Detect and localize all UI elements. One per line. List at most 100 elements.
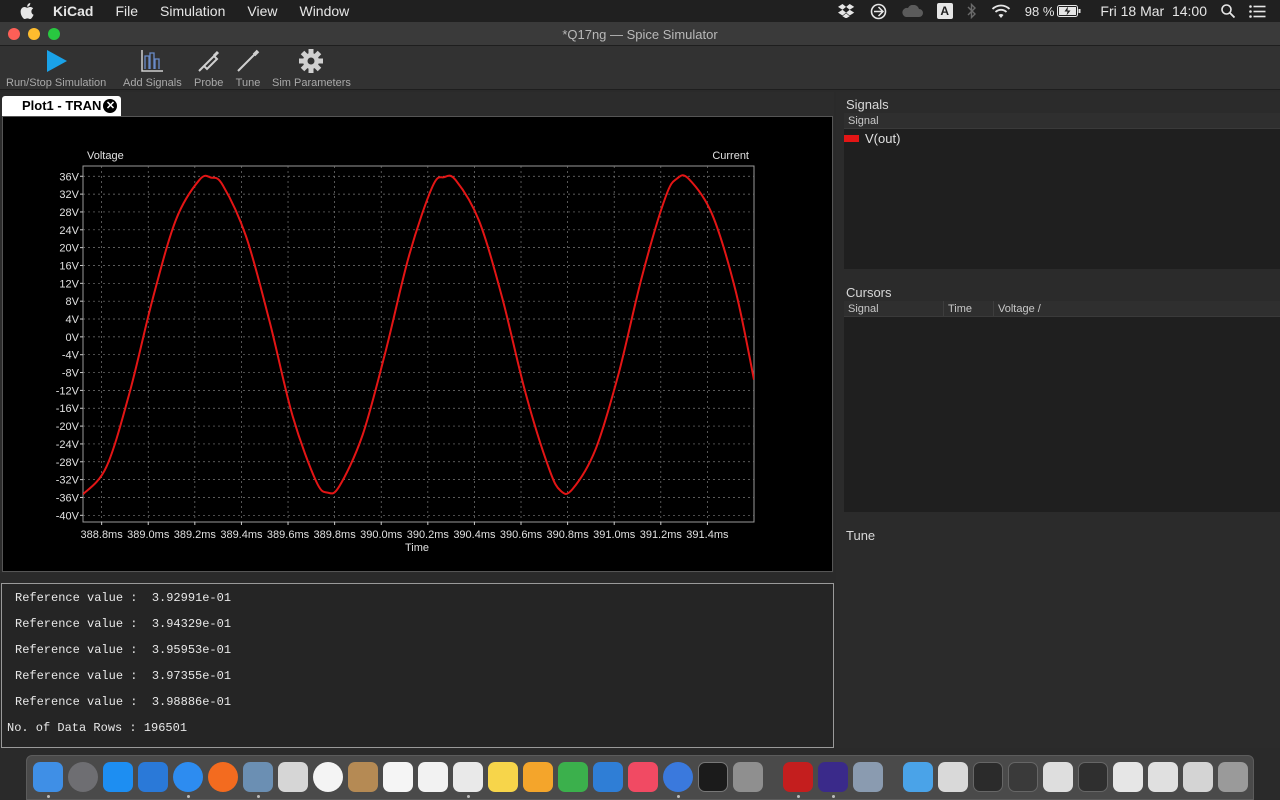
safari-icon[interactable] (173, 762, 203, 792)
minimized-window-icon[interactable] (938, 762, 968, 792)
signal-messenger-icon[interactable] (663, 762, 693, 792)
minimized-window-icon[interactable] (1078, 762, 1108, 792)
pages-icon[interactable] (523, 762, 553, 792)
probe-label: Probe (194, 77, 224, 89)
notes-icon[interactable] (488, 762, 518, 792)
kicad-icon[interactable] (818, 762, 848, 792)
y-axis-label: Voltage (87, 150, 124, 162)
xcode-icon[interactable] (138, 762, 168, 792)
add-signals-icon (141, 50, 164, 72)
menu-simulation[interactable]: Simulation (149, 0, 236, 22)
x-tick-label: 391.2ms (640, 529, 683, 541)
calculator-icon[interactable] (733, 762, 763, 792)
cursors-column-time[interactable]: Time (944, 301, 994, 316)
downloads-folder-icon[interactable] (903, 762, 933, 792)
acrobat-icon[interactable] (783, 762, 813, 792)
y-tick-label: -16V (56, 403, 80, 415)
x-tick-label: 391.0ms (593, 529, 636, 541)
bluetooth-icon[interactable] (967, 3, 977, 19)
add-signals-button[interactable]: Add Signals (123, 48, 182, 89)
signals-column-signal[interactable]: Signal (844, 113, 1280, 128)
running-indicator (257, 795, 260, 798)
signals-list[interactable]: Signal V(out) (844, 113, 1280, 269)
numbers-icon[interactable] (558, 762, 588, 792)
voltage-time-plot[interactable]: 388.8ms 389.0ms 389.2ms 389.4ms 389.6ms 389.8… (3, 117, 832, 571)
cursors-column-voltage[interactable]: Voltage / (994, 301, 1280, 316)
play-icon (47, 50, 68, 72)
cursors-title: Cursors (846, 285, 892, 300)
probe-button[interactable]: Probe (194, 48, 223, 89)
simulation-console[interactable]: Reference value : 3.92991e-01 Reference … (1, 583, 834, 748)
trash-icon[interactable] (1218, 762, 1248, 792)
calendar-icon[interactable] (383, 762, 413, 792)
spotlight-search-icon[interactable] (1221, 4, 1235, 18)
y-tick-label: -32V (56, 475, 80, 487)
x-tick-label: 389.4ms (220, 529, 263, 541)
minimized-window-icon[interactable] (973, 762, 1003, 792)
clock[interactable]: Fri 18 Mar 14:00 (1100, 3, 1207, 19)
image-capture-icon[interactable] (853, 762, 883, 792)
apple-menu-icon[interactable] (20, 3, 34, 19)
notification-center-icon[interactable] (1249, 4, 1266, 18)
gear-icon (299, 49, 324, 73)
y-tick-label: 20V (59, 243, 79, 255)
tab-plot1-tran[interactable]: Plot1 - TRAN ✕ (2, 96, 122, 116)
firefox-icon[interactable] (208, 762, 238, 792)
x-tick-label: 388.8ms (81, 529, 124, 541)
minimized-window-icon[interactable] (1043, 762, 1073, 792)
signals-header: Signal (844, 113, 1280, 129)
running-indicator (832, 795, 835, 798)
y-tick-label: -20V (56, 421, 80, 433)
launchpad-icon[interactable] (68, 762, 98, 792)
input-source-icon[interactable]: A (936, 3, 953, 19)
window-title: *Q17ng — Spice Simulator (562, 27, 718, 42)
keynote-icon[interactable] (593, 762, 623, 792)
minimized-window-icon[interactable] (1148, 762, 1178, 792)
minimized-window-icon[interactable] (1183, 762, 1213, 792)
cursors-list[interactable]: Signal Time Voltage / (844, 301, 1280, 512)
console-line: Reference value : 3.92991e-01 (15, 591, 232, 605)
wifi-icon[interactable] (991, 4, 1011, 19)
music-icon[interactable] (628, 762, 658, 792)
battery-icon[interactable] (1057, 5, 1081, 17)
dropbox-icon[interactable] (837, 4, 856, 18)
battery-percent[interactable]: 98 % (1025, 4, 1055, 19)
photos-icon[interactable] (313, 762, 343, 792)
cloud-icon[interactable] (901, 5, 923, 17)
x-axis-label: Time (405, 542, 429, 554)
signal-name: V(out) (865, 130, 901, 146)
menu-window[interactable]: Window (288, 0, 360, 22)
minimized-window-icon[interactable] (1008, 762, 1038, 792)
plot-frame-border (82, 165, 755, 523)
menu-view[interactable]: View (236, 0, 288, 22)
reminders-icon[interactable] (418, 762, 448, 792)
textedit-icon[interactable] (453, 762, 483, 792)
y-tick-label: -4V (62, 350, 80, 362)
maps-icon[interactable] (278, 762, 308, 792)
contacts-icon[interactable] (348, 762, 378, 792)
plot-canvas[interactable]: 388.8ms 389.0ms 389.2ms 389.4ms 389.6ms 389.8… (2, 116, 833, 572)
x-tick-label: 389.8ms (314, 529, 357, 541)
menu-file[interactable]: File (104, 0, 149, 22)
finder-icon[interactable] (33, 762, 63, 792)
terminal-icon[interactable] (698, 762, 728, 792)
app-store-icon[interactable] (103, 762, 133, 792)
cursors-column-signal[interactable]: Signal (844, 301, 944, 316)
close-tab-icon[interactable]: ✕ (103, 99, 118, 113)
sim-parameters-button[interactable]: Sim Parameters (272, 48, 351, 89)
x-tick-label: 389.2ms (174, 529, 217, 541)
tune-icon (237, 49, 260, 72)
y-tick-label: -40V (56, 510, 80, 522)
tune-label: Tune (235, 77, 261, 89)
signal-color-swatch (844, 134, 859, 142)
x-tick-label: 390.0ms (360, 529, 403, 541)
sync-icon[interactable] (870, 3, 887, 20)
tune-button[interactable]: Tune (235, 48, 261, 89)
minimized-window-icon[interactable] (1113, 762, 1143, 792)
run-stop-simulation-button[interactable]: Run/Stop Simulation (6, 48, 106, 89)
menu-app-name[interactable]: KiCad (42, 0, 104, 22)
signal-row-vout[interactable]: V(out) (844, 129, 1280, 147)
preview-icon[interactable] (243, 762, 273, 792)
x-tick-label: 389.0ms (127, 529, 170, 541)
y-tick-label: 36V (59, 171, 79, 183)
